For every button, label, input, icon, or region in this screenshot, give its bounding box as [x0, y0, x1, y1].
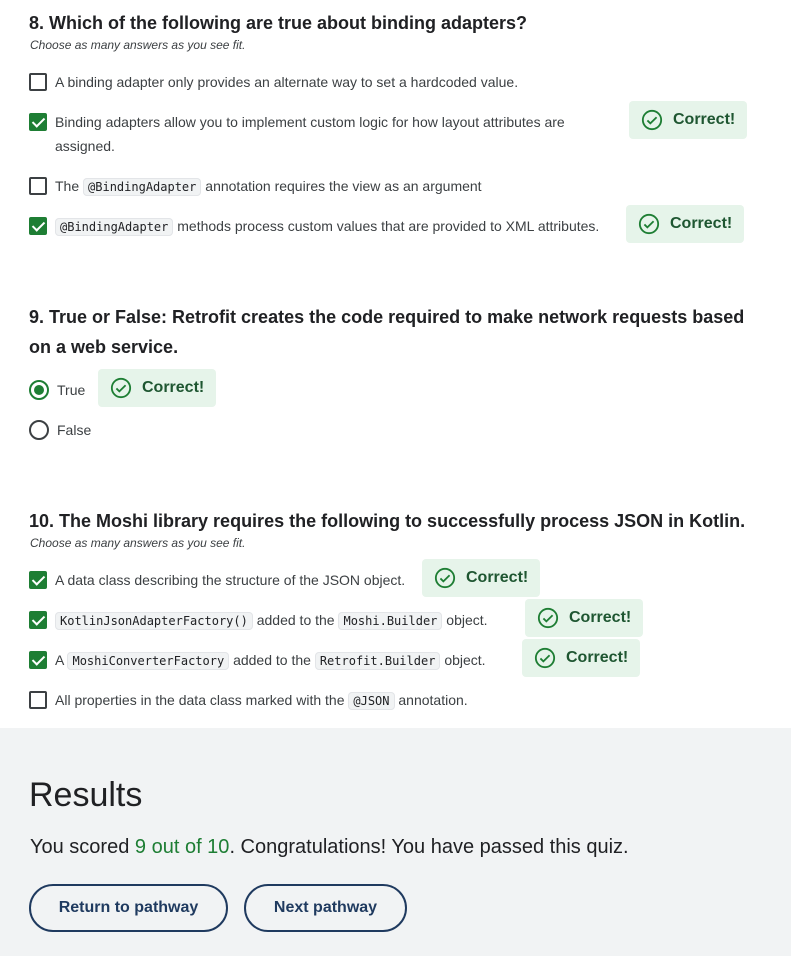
q10-option-3[interactable]: A MoshiConverterFactory added to the Ret… [29, 648, 486, 673]
badge-label: Correct! [673, 111, 736, 128]
checkbox[interactable] [29, 177, 47, 195]
text-segment: added to the [256, 612, 335, 628]
text-segment: The [55, 178, 80, 194]
text-segment: You scored [30, 836, 130, 858]
q9-option-true[interactable]: True [29, 378, 85, 402]
option-label: KotlinJsonAdapterFactory() added to the … [55, 608, 488, 633]
check-circle-icon [434, 567, 456, 589]
option-label: The @BindingAdapter annotation requires … [55, 174, 482, 199]
code-annotation: @JSON [348, 692, 395, 710]
correct-badge: Correct! [422, 559, 541, 597]
radio-selected[interactable] [29, 380, 49, 400]
checkbox-checked[interactable] [29, 113, 47, 131]
checkbox-checked[interactable] [29, 651, 47, 669]
text-segment: object. [444, 652, 486, 668]
checkbox[interactable] [29, 73, 47, 91]
question-8-title: 8. Which of the following are true about… [29, 13, 528, 33]
badge-label: Correct! [670, 215, 733, 232]
option-label: True [57, 382, 86, 398]
code-snippet: KotlinJsonAdapterFactory() [55, 612, 253, 630]
correct-badge: Correct! [525, 599, 644, 637]
q10-option-2[interactable]: KotlinJsonAdapterFactory() added to the … [29, 608, 488, 633]
q10-option-1[interactable]: A data class describing the structure of… [29, 568, 405, 592]
option-label: All properties in the data class marked … [55, 688, 468, 713]
code-snippet: Retrofit.Builder [314, 652, 441, 670]
q9-option-false[interactable]: False [29, 418, 91, 442]
checkbox-checked[interactable] [29, 611, 47, 629]
correct-badge: Correct! [626, 205, 745, 243]
text-segment: . Congratulations! You have passed this … [229, 836, 629, 858]
results-summary: You scored 9 out of 10. Congratulations!… [30, 836, 629, 859]
question-8-hint: Choose as many answers as you see fit. [30, 38, 246, 52]
code-annotation: @BindingAdapter [55, 218, 174, 236]
option-label: Binding adapters allow you to implement … [55, 114, 565, 154]
question-10-hint: Choose as many answers as you see fit. [30, 536, 246, 550]
correct-badge: Correct! [629, 101, 748, 139]
text-segment: annotation. [398, 692, 468, 708]
badge-label: Correct! [466, 569, 529, 586]
correct-badge: Correct! [522, 639, 641, 677]
results-section: Results You scored 9 out of 10. Congratu… [0, 728, 791, 956]
text-segment: annotation requires the view as an argum… [205, 178, 482, 194]
code-snippet: Moshi.Builder [338, 612, 443, 630]
q10-option-4[interactable]: All properties in the data class marked … [29, 688, 468, 713]
score-value: 9 out of 10 [134, 836, 230, 858]
option-label: A binding adapter only provides an alter… [55, 74, 519, 90]
results-title: Results [29, 776, 143, 814]
checkbox[interactable] [29, 691, 47, 709]
checkbox-checked[interactable] [29, 571, 47, 589]
check-circle-icon [641, 109, 663, 131]
question-9-title: 9. True or False: Retrofit creates the c… [29, 307, 745, 357]
text-segment: methods process custom values that are p… [177, 218, 600, 234]
code-snippet: MoshiConverterFactory [67, 652, 230, 670]
badge-label: Correct! [569, 609, 632, 626]
badge-label: Correct! [566, 649, 629, 666]
radio[interactable] [29, 420, 49, 440]
text-segment: added to the [233, 652, 311, 668]
checkbox-checked[interactable] [29, 217, 47, 235]
q8-option-4[interactable]: @BindingAdapter methods process custom v… [29, 214, 599, 239]
q8-option-1[interactable]: A binding adapter only provides an alter… [29, 70, 518, 94]
check-circle-icon [537, 607, 559, 629]
text-segment: All properties in the data class marked … [55, 692, 345, 708]
q8-option-3[interactable]: The @BindingAdapter annotation requires … [29, 174, 482, 199]
option-label: A MoshiConverterFactory added to the Ret… [55, 648, 486, 673]
return-to-pathway-button[interactable]: Return to pathway [29, 884, 228, 932]
check-circle-icon [534, 647, 556, 669]
badge-label: Correct! [142, 379, 205, 396]
next-pathway-button[interactable]: Next pathway [244, 884, 407, 932]
question-10-title: 10. The Moshi library requires the follo… [29, 511, 746, 531]
check-circle-icon [638, 213, 660, 235]
q8-option-2[interactable]: Binding adapters allow you to implement … [29, 110, 574, 158]
option-label: @BindingAdapter methods process custom v… [55, 214, 599, 239]
code-annotation: @BindingAdapter [83, 178, 202, 196]
option-label: A data class describing the structure of… [55, 572, 406, 588]
option-label: False [57, 422, 92, 438]
text-segment: A [55, 652, 64, 668]
text-segment: object. [446, 612, 488, 628]
check-circle-icon [110, 377, 132, 399]
correct-badge: Correct! [98, 369, 217, 407]
